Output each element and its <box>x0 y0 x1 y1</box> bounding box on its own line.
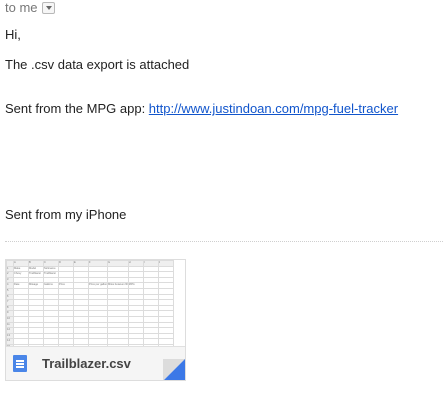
app-link[interactable]: http://www.justindoan.com/mpg-fuel-track… <box>149 101 398 116</box>
recipient-line: to me <box>5 0 55 15</box>
attachment-filename[interactable]: Trailblazer.csv <box>42 356 131 371</box>
preview-cell: Price per gallon <box>87 282 109 289</box>
preview-spreadsheet: A B C D E F G H I J 1 Make Model Nickname 2 Chevy Trailb… <box>6 260 174 346</box>
show-details-dropdown-icon[interactable] <box>41 1 55 14</box>
recipient-label: to me <box>5 0 38 15</box>
sent-from-app-prefix: Sent from the MPG app: <box>5 101 149 116</box>
greeting-text: Hi, <box>5 27 21 42</box>
body-line-attached: The .csv data export is attached <box>5 57 190 72</box>
attachment-footer[interactable]: Trailblazer.csv <box>6 346 185 380</box>
attachment-divider <box>5 241 443 242</box>
attachment-card[interactable]: A B C D E F G H I J 1 Make Model Nickname 2 Chevy Trailb… <box>5 259 186 381</box>
attachment-preview[interactable]: A B C D E F G H I J 1 Make Model Nickname 2 Chevy Trailb… <box>6 260 185 346</box>
preview-cell: Miles between fill <box>107 282 129 289</box>
sent-from-app-line: Sent from the MPG app: http://www.justin… <box>5 101 398 116</box>
spreadsheet-file-icon <box>13 355 27 372</box>
page-fold-corner <box>163 359 185 380</box>
signature-text: Sent from my iPhone <box>5 207 127 222</box>
